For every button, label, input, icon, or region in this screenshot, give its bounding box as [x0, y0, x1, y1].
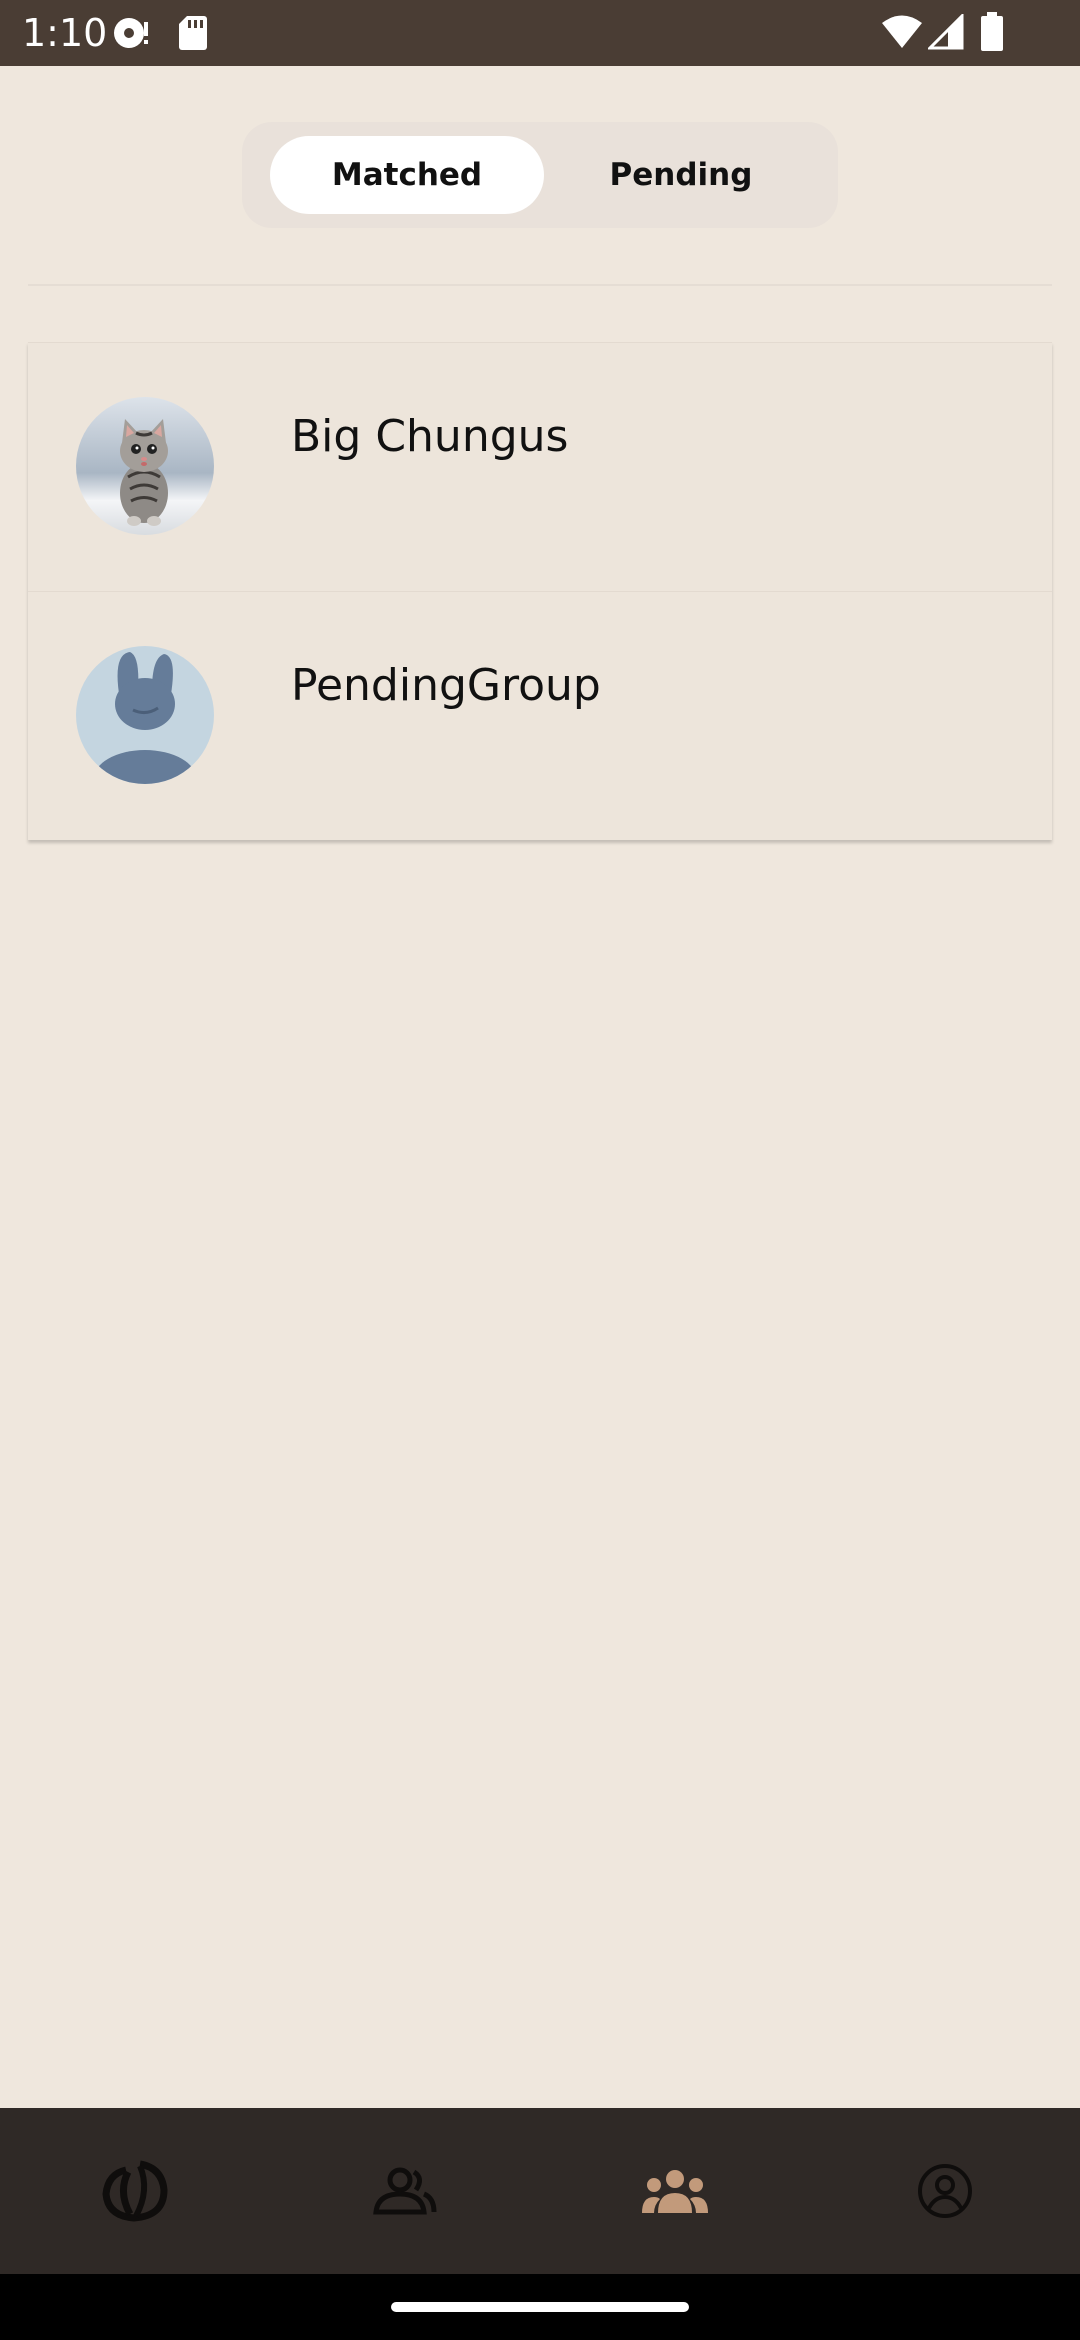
nav-groups[interactable] — [540, 2108, 810, 2274]
bunny-avatar-icon — [76, 646, 214, 784]
nav-home[interactable] — [0, 2108, 270, 2274]
tab-matched[interactable]: Matched — [270, 136, 544, 214]
divider — [28, 284, 1052, 286]
tab-pending[interactable]: Pending — [546, 136, 816, 214]
person-icon — [373, 2167, 437, 2215]
group-icon — [642, 2170, 708, 2213]
status-bar: 1:10 — [0, 0, 1080, 66]
group-name: PendingGroup — [291, 660, 601, 711]
home-gesture-handle[interactable] — [391, 2302, 689, 2312]
battery-icon — [981, 12, 1003, 51]
group-name: Big Chungus — [291, 411, 569, 462]
sd-card-icon — [179, 16, 207, 50]
wifi-icon — [882, 15, 922, 48]
home-logo-icon — [102, 2160, 168, 2222]
status-time: 1:10 — [22, 11, 108, 55]
media-icon — [114, 18, 148, 48]
account-icon — [918, 2164, 972, 2218]
gesture-bar — [0, 2274, 1080, 2340]
list-item-big-chungus[interactable]: Big Chungus — [28, 342, 1052, 591]
group-list: Big Chungus PendingGroup — [28, 342, 1052, 840]
nav-people[interactable] — [270, 2108, 540, 2274]
default-avatar — [76, 646, 214, 784]
bottom-nav — [0, 2108, 1080, 2274]
list-item-pending-group[interactable]: PendingGroup — [28, 591, 1052, 840]
matched-pending-toggle: Matched Pending — [242, 122, 838, 228]
nav-account[interactable] — [810, 2108, 1080, 2274]
kitten-photo-icon — [76, 397, 214, 535]
signal-icon — [928, 14, 964, 50]
kitten-avatar — [76, 397, 214, 535]
